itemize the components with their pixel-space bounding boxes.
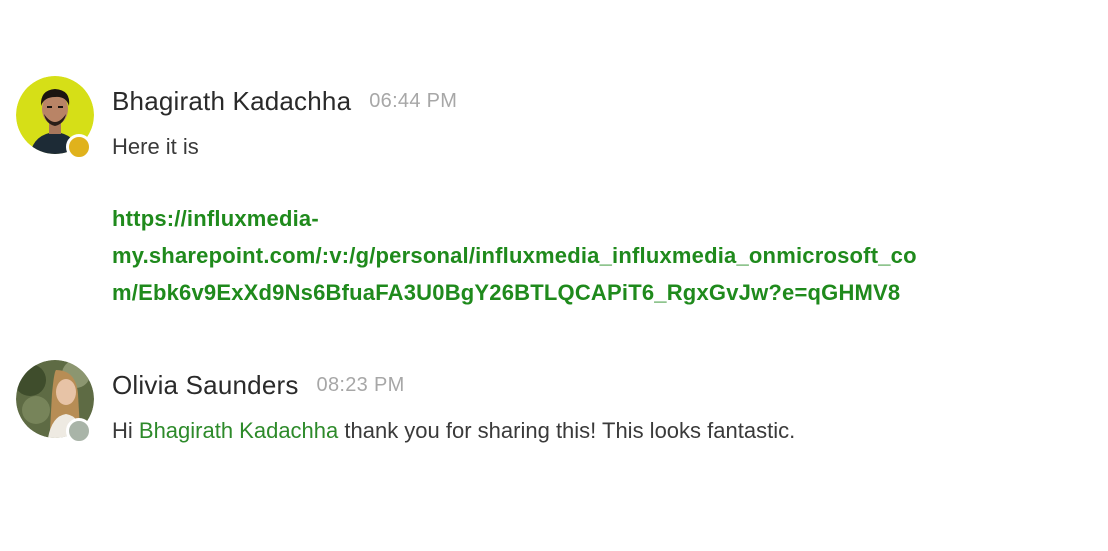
author-name[interactable]: Olivia Saunders xyxy=(112,370,299,401)
message-header: Olivia Saunders 08:23 PM xyxy=(112,360,1108,410)
shared-link[interactable]: https://influxmedia- my.sharepoint.com/:… xyxy=(112,200,1108,311)
link-line[interactable]: https://influxmedia- xyxy=(112,200,1108,237)
timestamp: 06:44 PM xyxy=(369,89,458,112)
link-line[interactable]: m/Ebk6v9ExXd9Ns6BfuaFA3U0BgY26BTLQCAPiT6… xyxy=(112,274,1108,311)
presence-status-dot xyxy=(66,134,92,160)
presence-status-dot xyxy=(66,418,92,444)
link-line[interactable]: my.sharepoint.com/:v:/g/personal/influxm… xyxy=(112,237,1108,274)
timestamp: 08:23 PM xyxy=(316,373,405,396)
user-mention[interactable]: Bhagirath Kadachha xyxy=(139,418,338,443)
message-text-prefix: Hi xyxy=(112,418,139,443)
message-text: Hi Bhagirath Kadachha thank you for shar… xyxy=(112,416,1108,446)
message-text-suffix: thank you for sharing this! This looks f… xyxy=(338,418,796,443)
message-header: Bhagirath Kadachha 06:44 PM xyxy=(112,76,1108,126)
message-body: Bhagirath Kadachha 06:44 PM Here it is h… xyxy=(112,76,1108,311)
chat-thread: Bhagirath Kadachha 06:44 PM Here it is h… xyxy=(0,0,1108,551)
message-text: Here it is xyxy=(112,134,199,159)
author-name[interactable]: Bhagirath Kadachha xyxy=(112,86,351,117)
message-body: Olivia Saunders 08:23 PM Hi Bhagirath Ka… xyxy=(112,360,1108,446)
